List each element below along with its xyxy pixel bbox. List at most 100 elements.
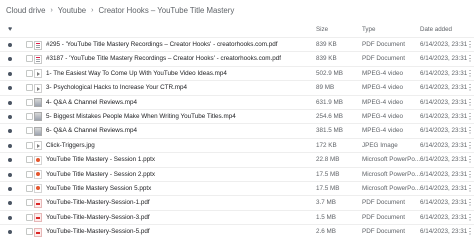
row-checkbox[interactable] — [26, 98, 33, 108]
file-size: 2.6 MB — [316, 228, 336, 236]
file-row[interactable]: YouTube Title Mastery Session 5.pptx 17.5… — [0, 180, 474, 195]
row-checkbox[interactable] — [26, 84, 33, 93]
file-row[interactable]: YouTube-Title-Mastery-Session-3.pdf 1.5 M… — [0, 209, 474, 224]
file-row[interactable]: #3187 - 'YouTube Title Mastery Recording… — [0, 51, 474, 65]
more-options-icon[interactable]: ⋮ — [466, 40, 474, 49]
dot-icon[interactable] — [8, 113, 12, 121]
file-row[interactable]: YouTube-Title-Mastery-Session-5.pdf 2.6 M… — [0, 224, 474, 238]
chevron-right-icon: › — [91, 6, 94, 14]
file-row[interactable]: YouTube Title Mastery - Session 2.pptx 17… — [0, 166, 474, 181]
more-options-icon[interactable]: ⋮ — [466, 184, 474, 193]
dot-icon[interactable] — [8, 228, 12, 236]
more-options-icon[interactable]: ⋮ — [466, 198, 474, 207]
file-name[interactable]: 6- Q&A & Channel Reviews.mp4 — [46, 127, 137, 134]
breadcrumb-current-folder[interactable]: Creator Hooks – YouTube Title Mastery — [98, 6, 234, 15]
file-name[interactable]: 1- The Easiest Way To Come Up With YouTu… — [46, 70, 227, 77]
file-row[interactable]: 5- Biggest Mistakes People Make When Wri… — [0, 108, 474, 123]
column-header-size[interactable]: Size — [316, 26, 328, 33]
dot-icon[interactable] — [8, 70, 12, 78]
file-date-added: 6/14/2023, 23:31 — [420, 199, 468, 207]
file-name[interactable]: #3187 - 'YouTube Title Mastery Recording… — [46, 55, 281, 62]
file-type: Microsoft PowerPo... — [362, 156, 421, 164]
file-row[interactable]: YouTube Title Mastery - Session 1.pptx 22… — [0, 152, 474, 166]
more-options-icon[interactable]: ⋮ — [466, 141, 474, 150]
more-options-icon[interactable]: ⋮ — [466, 98, 474, 107]
dot-icon[interactable] — [8, 171, 12, 179]
dot-icon[interactable] — [8, 99, 12, 107]
more-options-icon[interactable]: ⋮ — [466, 69, 474, 78]
file-date-added: 6/14/2023, 23:31 — [420, 55, 468, 63]
file-name[interactable]: #295 - 'YouTube Title Mastery Recordings… — [46, 41, 278, 48]
file-name[interactable]: YouTube Title Mastery - Session 2.pptx — [46, 171, 155, 178]
file-date-added: 6/14/2023, 23:31 — [420, 112, 468, 120]
pdf-download-file-icon — [34, 227, 42, 237]
video-thumbnail-icon — [34, 98, 42, 108]
chevron-right-icon: › — [50, 6, 53, 14]
dot-icon[interactable] — [8, 185, 12, 193]
more-options-icon[interactable]: ⋮ — [466, 213, 474, 222]
pdf-download-file-icon — [34, 213, 42, 223]
file-row[interactable]: YouTube-Title-Mastery-Session-1.pdf 3.7 M… — [0, 195, 474, 209]
breadcrumb-youtube[interactable]: Youtube — [58, 6, 86, 15]
row-checkbox[interactable] — [26, 228, 33, 237]
dot-icon[interactable] — [8, 84, 12, 92]
video-file-icon — [34, 83, 42, 93]
file-name[interactable]: YouTube Title Mastery Session 5.pptx — [46, 185, 151, 192]
heart-icon[interactable]: ♥ — [8, 26, 12, 33]
file-row[interactable]: 6- Q&A & Channel Reviews.mp4 381.5 MB MPEG… — [0, 123, 474, 137]
row-checkbox[interactable] — [26, 141, 33, 151]
file-name[interactable]: 3- Psychological Hacks to Increase Your … — [46, 84, 187, 91]
dot-icon[interactable] — [8, 199, 12, 207]
video-file-icon — [34, 69, 42, 79]
file-type: PDF Document — [362, 213, 406, 221]
breadcrumb-cloud-drive[interactable]: Cloud drive — [6, 6, 45, 15]
more-options-icon[interactable]: ⋮ — [466, 126, 474, 135]
more-options-icon[interactable]: ⋮ — [466, 155, 474, 164]
file-name[interactable]: Click-Triggers.jpg — [46, 142, 95, 149]
file-date-added: 6/14/2023, 23:31 — [420, 41, 468, 48]
more-options-icon[interactable]: ⋮ — [466, 227, 474, 236]
file-name[interactable]: 4- Q&A & Channel Reviews.mp4 — [46, 99, 137, 106]
file-type: PDF Document — [362, 55, 406, 63]
row-checkbox[interactable] — [26, 69, 33, 79]
dot-icon[interactable] — [8, 127, 12, 135]
dot-icon[interactable] — [8, 156, 12, 164]
file-name[interactable]: YouTube-Title-Mastery-Session-1.pdf — [46, 199, 150, 206]
column-header-type[interactable]: Type — [362, 26, 375, 33]
file-row[interactable]: 1- The Easiest Way To Come Up With YouTu… — [0, 65, 474, 80]
more-options-icon[interactable]: ⋮ — [466, 83, 474, 92]
dot-icon[interactable] — [8, 214, 12, 222]
file-row[interactable]: 3- Psychological Hacks to Increase Your … — [0, 80, 474, 94]
file-name[interactable]: YouTube Title Mastery - Session 1.pptx — [46, 156, 155, 163]
file-list: #295 - 'YouTube Title Mastery Recordings… — [0, 37, 474, 238]
file-type: PDF Document — [362, 199, 406, 207]
dot-icon[interactable] — [8, 55, 12, 63]
row-checkbox[interactable] — [26, 112, 33, 122]
file-name[interactable]: 5- Biggest Mistakes People Make When Wri… — [46, 113, 236, 120]
file-date-added: 6/14/2023, 23:31 — [420, 98, 468, 106]
row-checkbox[interactable] — [26, 199, 33, 208]
row-checkbox[interactable] — [26, 55, 33, 64]
file-row[interactable]: #295 - 'YouTube Title Mastery Recordings… — [0, 37, 474, 51]
more-options-icon[interactable]: ⋮ — [466, 112, 474, 121]
row-checkbox[interactable] — [26, 184, 33, 194]
file-row[interactable]: 4- Q&A & Channel Reviews.mp4 631.9 MB MPEG… — [0, 94, 474, 109]
file-date-added: 6/14/2023, 23:31 — [420, 127, 468, 135]
row-checkbox[interactable] — [26, 156, 33, 165]
file-name[interactable]: YouTube-Title-Mastery-Session-5.pdf — [46, 228, 150, 235]
file-row[interactable]: Click-Triggers.jpg 172 KB JPEG Image 6/14/2… — [0, 137, 474, 152]
row-checkbox[interactable] — [26, 41, 33, 50]
dot-icon[interactable] — [8, 41, 12, 49]
column-header-date-added[interactable]: Date added — [420, 26, 452, 33]
dot-icon[interactable] — [8, 142, 12, 150]
row-checkbox[interactable] — [26, 213, 33, 223]
more-options-icon[interactable]: ⋮ — [466, 170, 474, 179]
file-type: MPEG-4 video — [362, 69, 403, 77]
more-options-icon[interactable]: ⋮ — [466, 54, 474, 63]
file-name[interactable]: YouTube-Title-Mastery-Session-3.pdf — [46, 214, 150, 221]
file-date-added: 6/14/2023, 23:31 — [420, 213, 468, 221]
file-type: Microsoft PowerPo... — [362, 184, 421, 192]
row-checkbox[interactable] — [26, 127, 33, 136]
row-checkbox[interactable] — [26, 170, 33, 180]
column-header-row: ♥ Size Type Date added — [0, 24, 474, 36]
